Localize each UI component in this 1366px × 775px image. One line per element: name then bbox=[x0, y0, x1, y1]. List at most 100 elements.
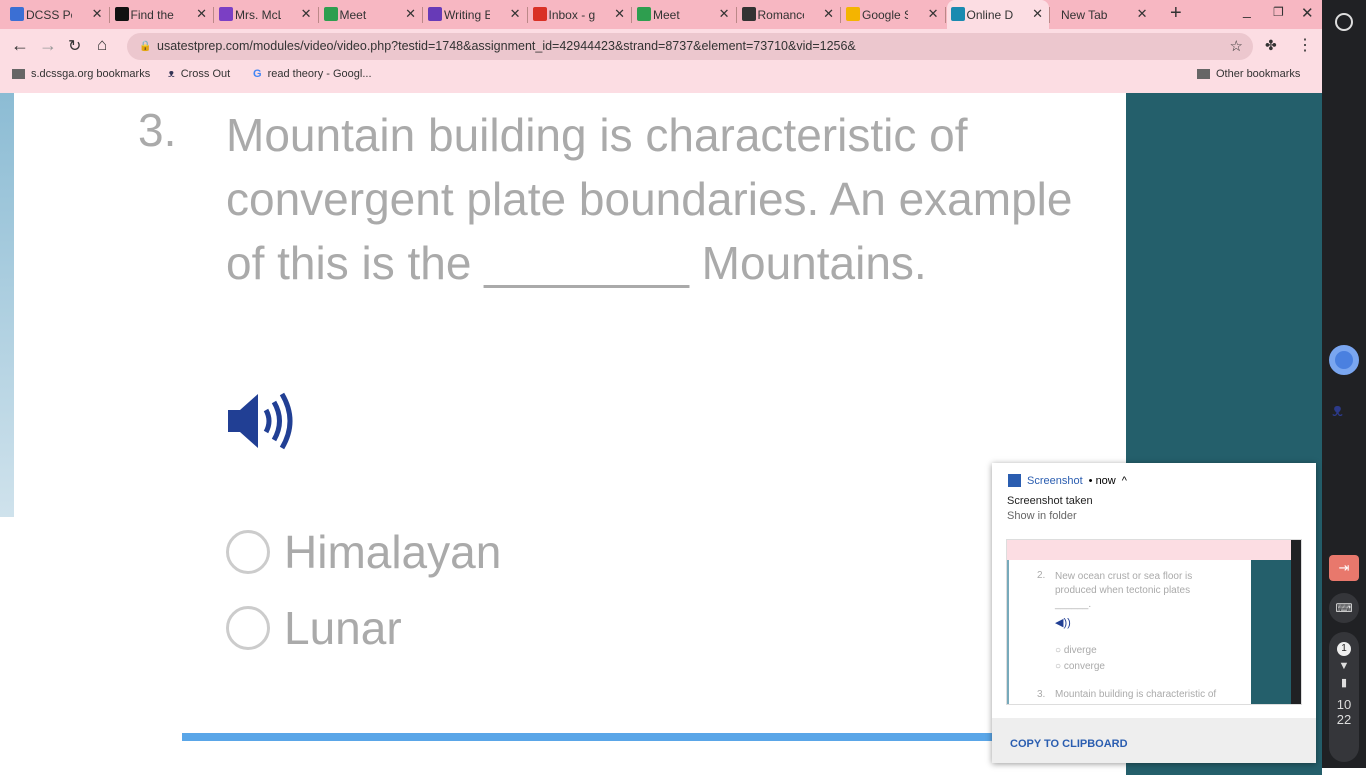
chevron-up-icon[interactable]: ^ bbox=[1122, 475, 1127, 487]
left-accent-strip bbox=[0, 93, 14, 517]
tab-close-icon[interactable]: ✕ bbox=[928, 6, 939, 22]
tab-close-icon[interactable]: ✕ bbox=[719, 6, 730, 22]
tab-label: Find the answer bbox=[130, 7, 177, 22]
folder-icon bbox=[12, 69, 25, 79]
screenshot-thumbnail[interactable]: 2. New ocean crust or sea floor is produ… bbox=[1006, 539, 1302, 705]
tab-separator bbox=[944, 7, 946, 23]
tab-label: Online Di bbox=[966, 7, 1013, 22]
new-tab-button[interactable]: + bbox=[1170, 2, 1182, 25]
tab-close-icon[interactable]: ✕ bbox=[196, 6, 207, 22]
tab[interactable]: New Tab ✕ bbox=[1051, 0, 1154, 29]
thumb-q3-text: Mountain building is characteristic of bbox=[1055, 689, 1217, 700]
minimize-button[interactable]: _ bbox=[1243, 2, 1251, 18]
bookmark-label: s.dcssga.org bookmarks bbox=[31, 68, 151, 80]
tab-close-icon[interactable]: ✕ bbox=[1032, 6, 1043, 22]
tab-separator bbox=[317, 7, 319, 23]
other-bookmarks[interactable]: Other bookmarks bbox=[1197, 68, 1300, 80]
reload-button[interactable]: ↻ bbox=[68, 36, 81, 56]
tab-label: Meet bbox=[339, 7, 367, 22]
tab[interactable]: Meet ✕ bbox=[633, 0, 736, 29]
tab-favicon-icon bbox=[428, 7, 442, 21]
tab-close-icon[interactable]: ✕ bbox=[405, 6, 416, 22]
thumb-q2-number: 2. bbox=[1037, 570, 1046, 581]
radio-button[interactable] bbox=[226, 530, 270, 574]
tab-label: New Tab bbox=[1061, 7, 1107, 22]
bookmark-label: Cross Out bbox=[180, 68, 231, 80]
tab-close-icon[interactable]: ✕ bbox=[614, 6, 625, 22]
tab-separator bbox=[840, 7, 841, 23]
tab-separator bbox=[422, 7, 423, 23]
tab-separator bbox=[108, 7, 110, 23]
thumb-option: ○ diverge bbox=[1055, 645, 1097, 656]
home-button[interactable]: ⌂ bbox=[97, 35, 107, 55]
tab[interactable]: Mrs. McL ✕ bbox=[215, 0, 318, 29]
keyboard-icon[interactable]: ⌨ bbox=[1329, 593, 1359, 623]
bookmark-label: Other bookmarks bbox=[1216, 68, 1301, 80]
notification-app: Screenshot bbox=[1027, 474, 1083, 487]
tab[interactable]: Writing E ✕ bbox=[424, 0, 527, 29]
screenshot-notification[interactable]: Screenshot • now ^ Screenshot taken Show… bbox=[992, 463, 1316, 763]
tab-close-icon[interactable]: ✕ bbox=[1137, 6, 1148, 22]
show-in-folder-link[interactable]: Show in folder bbox=[1007, 510, 1077, 522]
bookmark-folder[interactable]: s.dcssga.org bookmarks bbox=[12, 68, 150, 80]
launcher-icon[interactable] bbox=[1335, 13, 1353, 31]
tab[interactable]: DCSS Portal ✕ bbox=[6, 0, 109, 29]
address-bar[interactable]: 🔒 usatestprep.com/modules/video/video.ph… bbox=[127, 33, 1253, 60]
copy-to-clipboard-button[interactable]: COPY TO CLIPBOARD bbox=[992, 718, 1316, 763]
tab-favicon-icon bbox=[114, 7, 129, 21]
tab-close-icon[interactable]: ✕ bbox=[823, 6, 834, 22]
back-button[interactable]: ← bbox=[11, 35, 29, 56]
tab[interactable]: Meet ✕ bbox=[320, 0, 423, 29]
tab-label: Meet bbox=[653, 7, 680, 22]
radio-button[interactable] bbox=[226, 606, 270, 650]
bookmark-star-icon[interactable]: ☆ bbox=[1230, 33, 1243, 60]
tab-favicon-icon bbox=[532, 7, 547, 21]
tab-strip: DCSS Portal✕Find the answer✕Mrs. McL✕Mee… bbox=[0, 0, 1322, 29]
option-lunar[interactable]: Lunar bbox=[226, 601, 402, 655]
extensions-icon[interactable]: ✤ bbox=[1265, 37, 1277, 54]
restore-button[interactable]: ❐ bbox=[1273, 5, 1284, 19]
tab-close-icon[interactable]: ✕ bbox=[301, 6, 312, 22]
bookmark-cross-out[interactable]: ᴥ Cross Out bbox=[168, 68, 230, 80]
owl-app-icon[interactable]: ᴥ bbox=[1332, 400, 1343, 421]
tab-favicon-icon bbox=[846, 7, 860, 21]
tab-separator bbox=[526, 7, 528, 23]
tab-close-icon[interactable]: ✕ bbox=[92, 6, 103, 22]
bookmarks-bar: s.dcssga.org bookmarks ᴥ Cross Out Gread … bbox=[0, 64, 1322, 86]
bookmark-read-theory[interactable]: Gread theory - Googl... bbox=[253, 68, 372, 80]
lock-icon: 🔒 bbox=[139, 41, 152, 52]
tab[interactable]: Find the answer ✕ bbox=[111, 0, 214, 29]
tab-favicon-icon bbox=[741, 7, 756, 21]
tab-separator bbox=[735, 7, 737, 23]
thumb-speaker-icon: ◀)) bbox=[1055, 617, 1071, 629]
bookmark-label: read theory - Googl... bbox=[267, 68, 372, 80]
clock-minute: 22 bbox=[1336, 712, 1352, 727]
url-text: usatestprep.com/modules/video/video.php?… bbox=[157, 39, 856, 53]
tab-favicon-icon bbox=[219, 7, 233, 21]
tab[interactable]: Google Sl ✕ bbox=[842, 0, 945, 29]
tab[interactable]: Romance ✕ bbox=[738, 0, 841, 29]
tab[interactable]: Inbox - gr ✕ bbox=[529, 0, 632, 29]
notification-time: • now bbox=[1088, 474, 1116, 487]
tab[interactable]: Online Di ✕ bbox=[946, 0, 1049, 29]
tab-separator bbox=[631, 7, 632, 23]
tab-separator bbox=[1049, 7, 1050, 23]
option-himalayan[interactable]: Himalayan bbox=[226, 525, 501, 579]
clock-hour: 10 bbox=[1336, 697, 1352, 712]
exit-icon[interactable]: ⇥ bbox=[1329, 555, 1359, 581]
thumb-q3-number: 3. bbox=[1037, 689, 1046, 700]
tab-label: Romance bbox=[757, 7, 804, 22]
tab-favicon-icon bbox=[637, 7, 651, 21]
close-window-button[interactable]: ✕ bbox=[1301, 4, 1314, 22]
chrome-icon[interactable] bbox=[1329, 345, 1359, 375]
battery-icon: ▮ bbox=[1340, 677, 1348, 689]
status-tray[interactable]: 1 ▼ ▮ 10 22 bbox=[1329, 632, 1359, 762]
browser-toolbar: ← → ↻ ⌂ 🔒 usatestprep.com/modules/video/… bbox=[0, 29, 1322, 64]
tab-label: DCSS Portal bbox=[26, 7, 72, 22]
wifi-icon: ▼ bbox=[1338, 660, 1350, 672]
speaker-icon[interactable] bbox=[228, 388, 294, 459]
forward-button[interactable]: → bbox=[39, 35, 57, 56]
option-label: Himalayan bbox=[284, 526, 502, 578]
menu-icon[interactable]: ⋮ bbox=[1297, 35, 1313, 55]
tab-close-icon[interactable]: ✕ bbox=[510, 6, 521, 22]
